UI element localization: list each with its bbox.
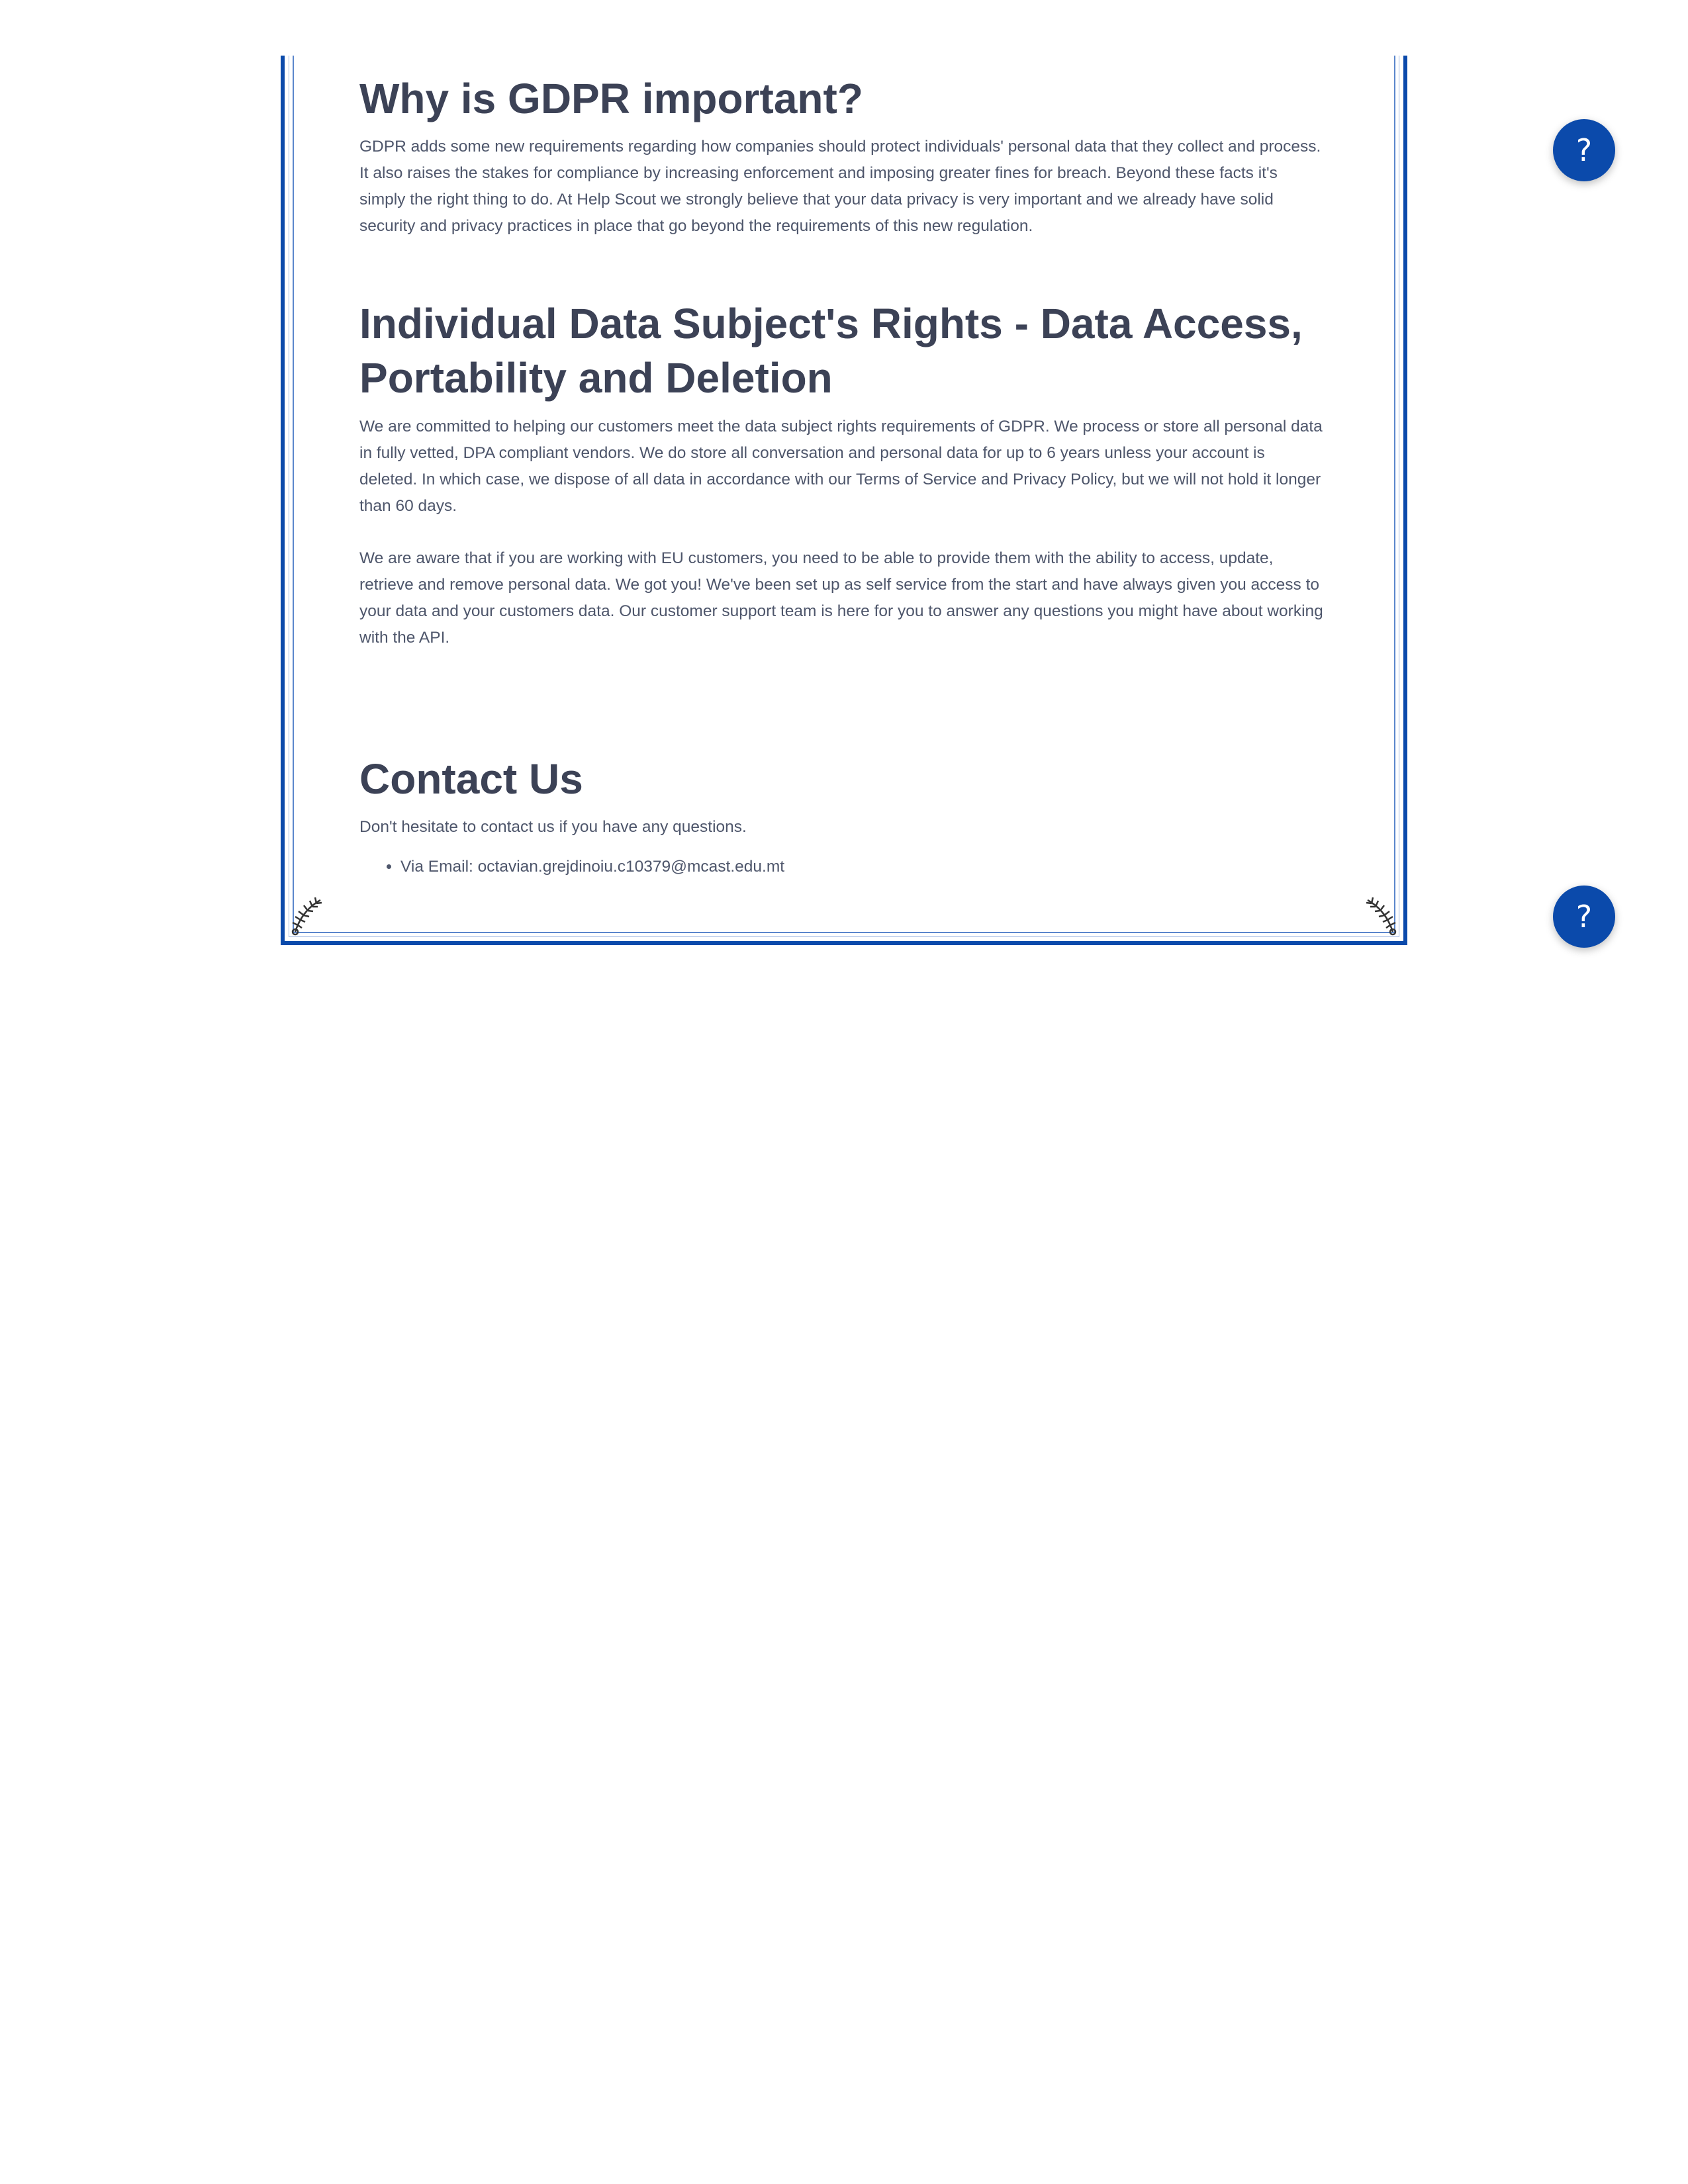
section-body-contact-us: Don't hesitate to contact us if you have… xyxy=(359,818,747,836)
section-body-data-subject-rights-2: We are aware that if you are working wit… xyxy=(359,549,1323,647)
contact-list: Via Email: octavian.grejdinoiu.c10379@mc… xyxy=(359,854,784,880)
question-mark-icon: ? xyxy=(1575,132,1593,168)
help-button[interactable]: ? xyxy=(1553,886,1615,948)
section-title-contact-us: Contact Us xyxy=(359,755,583,803)
laurel-ornament-icon xyxy=(1366,897,1397,936)
section-title-data-subject-rights: Individual Data Subject's Rights - Data … xyxy=(359,300,1303,402)
section-body-data-subject-rights-1: We are committed to helping our customer… xyxy=(359,418,1323,515)
section-body-why-gdpr: GDPR adds some new requirements regardin… xyxy=(359,138,1321,235)
help-button[interactable]: ? xyxy=(1553,119,1615,181)
question-mark-icon: ? xyxy=(1575,899,1593,934)
laurel-ornament-icon xyxy=(291,897,322,936)
section-title-why-gdpr: Why is GDPR important? xyxy=(359,75,863,122)
contact-email-item[interactable]: Via Email: octavian.grejdinoiu.c10379@mc… xyxy=(400,854,784,880)
